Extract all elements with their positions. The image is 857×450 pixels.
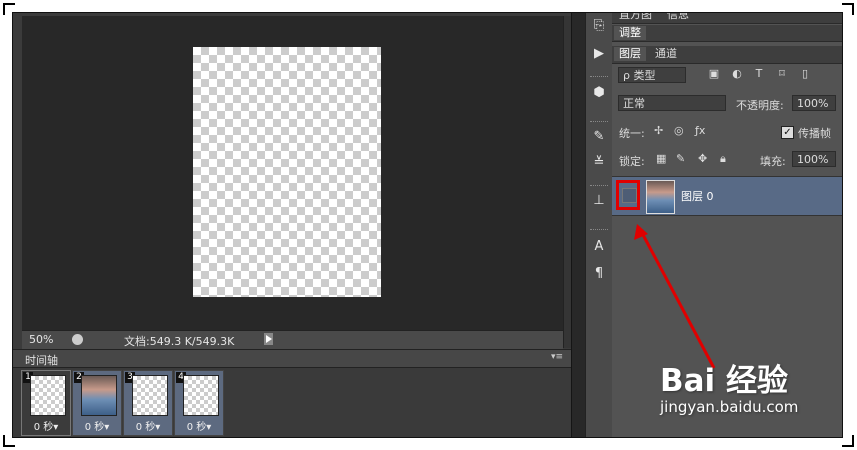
timeline-panel: 时间轴 ▾≡ 1 0 秒▾ 2 0 秒▾ 3 0 秒▾ 4 0 秒▾ — [13, 349, 571, 437]
brush-presets-icon[interactable]: ≚ — [590, 155, 608, 171]
frame-duration[interactable]: 0 秒▾ — [73, 418, 121, 433]
layer-name[interactable]: 图层 0 — [681, 188, 714, 204]
transparent-document[interactable] — [193, 47, 381, 297]
brush-icon[interactable]: ✎ — [590, 129, 608, 145]
divider — [590, 76, 608, 79]
filter-type-select[interactable]: ρ 类型 — [618, 67, 686, 83]
doc-info: 文档:549.3 K/549.3K — [124, 335, 235, 348]
opacity-label: 不透明度: — [736, 99, 784, 112]
smart-object-filter-icon[interactable]: ▯ — [798, 67, 812, 81]
play-actions-icon[interactable]: ▶ — [590, 46, 608, 62]
frame-corner — [842, 3, 854, 15]
frame-1[interactable]: 1 0 秒▾ — [21, 370, 71, 436]
frame-2[interactable]: 2 0 秒▾ — [72, 370, 122, 436]
zoom-level[interactable]: 50% — [29, 333, 53, 346]
status-bar: 50% 文档:549.3 K/549.3K — [22, 330, 563, 349]
history-icon[interactable]: ⎘ — [590, 18, 608, 34]
frame-thumbnail — [183, 375, 219, 416]
character-icon[interactable]: A — [590, 239, 608, 255]
lock-label: 锁定: — [619, 155, 645, 168]
layer-filter-row: ρ 类型 ▣ ◐ T ⌑ ▯ — [612, 67, 842, 85]
unify-position-icon[interactable]: ✢ — [654, 124, 663, 137]
histogram-tabs: 直方图 信息 — [612, 13, 842, 24]
tab-info[interactable]: 信息 — [662, 13, 694, 22]
fill-label: 填充: — [760, 155, 786, 168]
clone-source-icon[interactable]: ⊥ — [590, 193, 608, 209]
frame-duration[interactable]: 0 秒▾ — [124, 418, 172, 433]
collapsed-panel-icons: ⎘ ▶ ⬢ ✎ ≚ ⊥ A ¶ — [585, 13, 613, 437]
lock-position-icon[interactable]: ✥ — [698, 152, 707, 165]
layer-thumbnail[interactable] — [646, 180, 675, 214]
opacity-input[interactable]: 100% — [792, 95, 836, 111]
frame-4[interactable]: 4 0 秒▾ — [174, 370, 224, 436]
watermark-brand: Bai 经验 — [660, 363, 788, 399]
divider — [590, 121, 608, 124]
frame-3[interactable]: 3 0 秒▾ — [123, 370, 173, 436]
lock-pixels-icon[interactable]: ✎ — [676, 152, 685, 165]
layers-tabs: 图层 通道 — [612, 46, 842, 64]
status-menu-arrow-icon[interactable] — [264, 333, 273, 345]
3d-icon[interactable]: ⬢ — [590, 85, 608, 101]
lock-all-icon[interactable]: 🔒︎ — [720, 152, 726, 166]
paragraph-icon[interactable]: ¶ — [590, 266, 608, 282]
lock-row: 锁定: ▦ ✎ ✥ 🔒︎ 填充: 100% — [612, 151, 842, 169]
blend-row: 正常 不透明度: 100% — [612, 95, 842, 113]
propagate-frame-checkbox[interactable]: ✓ — [781, 126, 794, 139]
canvas-area[interactable] — [22, 16, 563, 330]
panel-divider[interactable] — [571, 13, 586, 437]
frame-duration[interactable]: 0 秒▾ — [22, 418, 70, 433]
propagate-label: 传播帧 — [798, 127, 831, 140]
frame-corner — [3, 435, 15, 447]
frame-corner — [3, 3, 15, 15]
shape-filter-icon[interactable]: ⌑ — [775, 67, 789, 81]
divider — [590, 185, 608, 188]
layer-row[interactable]: 图层 0 — [612, 176, 842, 216]
lock-transparent-icon[interactable]: ▦ — [656, 152, 666, 165]
tab-histogram[interactable]: 直方图 — [614, 13, 657, 22]
tab-channels[interactable]: 通道 — [650, 47, 682, 61]
blend-mode-select[interactable]: 正常 — [618, 95, 726, 111]
unify-label: 统一: — [619, 127, 645, 140]
unify-style-icon[interactable]: ƒx — [695, 124, 705, 137]
fill-input[interactable]: 100% — [792, 151, 836, 167]
frame-corner — [842, 435, 854, 447]
frame-thumbnail — [132, 375, 168, 416]
watermark-url: jingyan.baidu.com — [660, 398, 799, 416]
tab-layers[interactable]: 图层 — [614, 47, 646, 61]
image-filter-icon[interactable]: ▣ — [707, 67, 721, 81]
type-filter-icon[interactable]: T — [752, 67, 766, 81]
unify-visibility-icon[interactable]: ◎ — [674, 124, 684, 137]
highlight-box — [616, 180, 640, 210]
frame-thumbnail — [81, 375, 117, 416]
tab-adjustments[interactable]: 调整 — [614, 26, 646, 40]
adjustment-filter-icon[interactable]: ◐ — [730, 67, 744, 81]
timeline-header: 时间轴 ▾≡ — [13, 350, 571, 368]
frame-duration[interactable]: 0 秒▾ — [175, 418, 223, 433]
divider — [590, 229, 608, 232]
timeline-title[interactable]: 时间轴 — [25, 352, 58, 368]
adjustments-tabs: 调整 — [612, 25, 842, 42]
frame-thumbnail — [30, 375, 66, 416]
info-icon[interactable] — [72, 334, 83, 345]
unify-row: 统一: ✢ ◎ ƒx ✓ 传播帧 — [612, 123, 842, 141]
panel-menu-icon[interactable]: ▾≡ — [551, 352, 563, 362]
